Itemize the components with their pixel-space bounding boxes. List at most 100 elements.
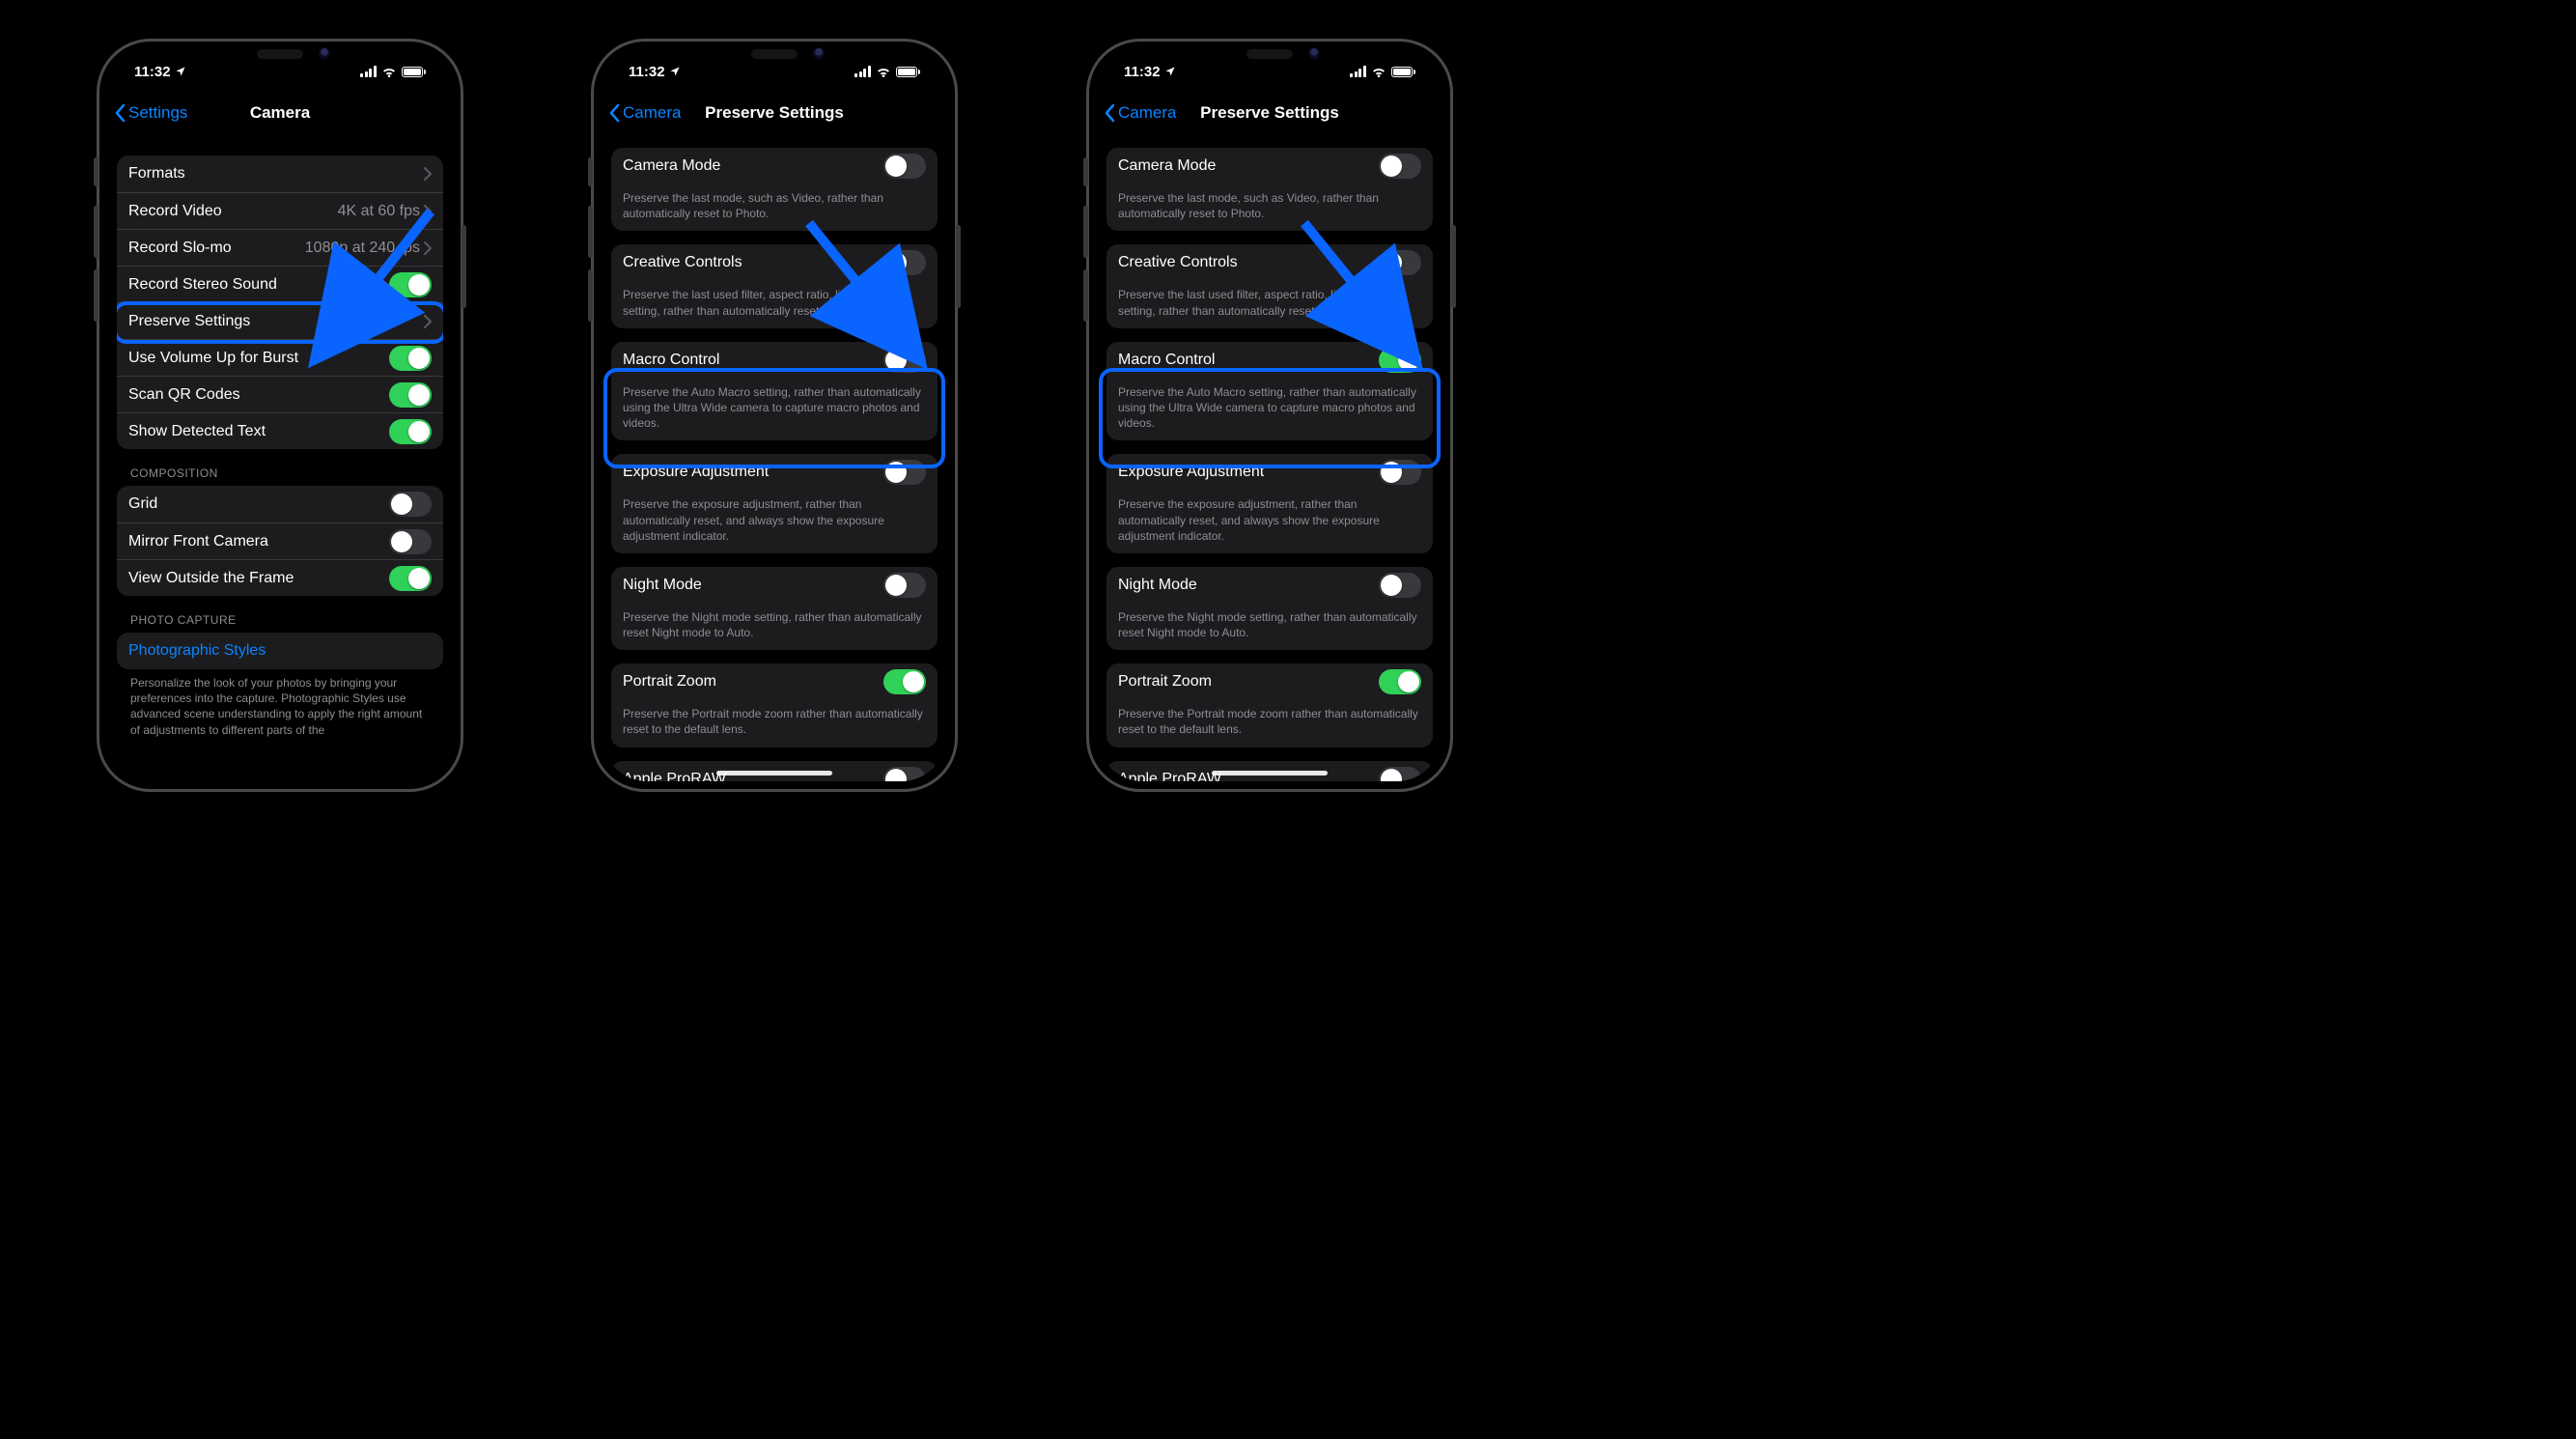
status-time: 11:32 [629, 64, 665, 80]
toggle-outside[interactable] [389, 566, 432, 591]
back-label: Camera [1118, 103, 1176, 123]
desc-night: Preserve the Night mode setting, rather … [1106, 604, 1433, 650]
section-photo-capture: PHOTO CAPTURE [117, 596, 443, 633]
label-macro: Macro Control [623, 352, 719, 369]
block-night: Night Mode Preserve the Night mode setti… [1106, 567, 1433, 650]
cellular-icon [1350, 66, 1366, 77]
label-camera-mode: Camera Mode [1118, 157, 1216, 175]
label-formats: Formats [128, 165, 185, 183]
label-proraw: Apple ProRAW [1118, 771, 1221, 781]
row-record-video[interactable]: Record Video 4K at 60 fps [117, 192, 443, 229]
location-icon [669, 66, 681, 77]
toggle-mirror[interactable] [389, 529, 432, 554]
label-creative: Creative Controls [1118, 254, 1238, 271]
row-photographic-styles[interactable]: Photographic Styles [117, 633, 443, 669]
block-exposure: Exposure Adjustment Preserve the exposur… [1106, 454, 1433, 553]
toggle-volume-burst[interactable] [389, 346, 432, 371]
nav-bar: Camera Preserve Settings [1097, 94, 1442, 132]
label-qr: Scan QR Codes [128, 386, 240, 404]
toggle-creative[interactable] [883, 250, 926, 275]
block-portrait: Portrait Zoom Preserve the Portrait mode… [1106, 663, 1433, 747]
nav-title: Preserve Settings [1200, 103, 1339, 123]
desc-camera-mode: Preserve the last mode, such as Video, r… [1106, 184, 1433, 231]
battery-icon [402, 67, 427, 77]
block-night: Night Mode Preserve the Night mode setti… [611, 567, 938, 650]
row-record-slomo[interactable]: Record Slo-mo 1080p at 240 fps [117, 229, 443, 266]
block-macro: Macro Control Preserve the Auto Macro se… [611, 342, 938, 441]
chevron-right-icon [424, 241, 432, 255]
desc-camera-mode: Preserve the last mode, such as Video, r… [611, 184, 938, 231]
cellular-icon [854, 66, 871, 77]
back-button[interactable]: Camera [609, 94, 681, 132]
block-creative: Creative Controls Preserve the last used… [1106, 244, 1433, 327]
camera-settings-group: Formats Record Video 4K at 60 fps Record… [117, 155, 443, 449]
block-creative: Creative Controls Preserve the last used… [611, 244, 938, 327]
desc-macro: Preserve the Auto Macro setting, rather … [611, 379, 938, 441]
toggle-camera-mode[interactable] [1379, 154, 1421, 179]
home-indicator[interactable] [716, 771, 832, 776]
nav-bar: Settings Camera [107, 94, 453, 132]
row-volume-burst: Use Volume Up for Burst [117, 339, 443, 376]
section-composition: COMPOSITION [117, 449, 443, 486]
toggle-grid[interactable] [389, 492, 432, 517]
home-indicator[interactable] [1212, 771, 1328, 776]
label-proraw: Apple ProRAW [623, 771, 726, 781]
toggle-proraw[interactable] [883, 767, 926, 781]
status-time: 11:32 [134, 64, 171, 80]
location-icon [175, 66, 186, 77]
chevron-right-icon [424, 315, 432, 328]
desc-portrait: Preserve the Portrait mode zoom rather t… [611, 700, 938, 747]
value-record-slomo: 1080p at 240 fps [305, 240, 424, 257]
nav-title: Camera [250, 103, 310, 123]
toggle-macro[interactable] [883, 348, 926, 373]
photographic-styles-desc: Personalize the look of your photos by b… [117, 669, 443, 738]
toggle-stereo[interactable] [389, 272, 432, 297]
toggle-qr[interactable] [389, 382, 432, 408]
toggle-portrait[interactable] [883, 669, 926, 694]
row-mirror: Mirror Front Camera [117, 522, 443, 559]
label-record-slomo: Record Slo-mo [128, 240, 232, 257]
label-detected-text: Show Detected Text [128, 423, 266, 440]
toggle-night[interactable] [883, 573, 926, 598]
label-portrait: Portrait Zoom [623, 673, 716, 691]
label-creative: Creative Controls [623, 254, 742, 271]
desc-portrait: Preserve the Portrait mode zoom rather t… [1106, 700, 1433, 747]
back-label: Settings [128, 103, 187, 123]
photo-capture-group: Photographic Styles [117, 633, 443, 669]
label-night: Night Mode [623, 577, 702, 594]
toggle-detected-text[interactable] [389, 419, 432, 444]
back-button[interactable]: Camera [1105, 94, 1176, 132]
label-record-video: Record Video [128, 203, 222, 220]
row-grid: Grid [117, 486, 443, 522]
value-record-video: 4K at 60 fps [338, 203, 424, 220]
cellular-icon [360, 66, 377, 77]
desc-macro: Preserve the Auto Macro setting, rather … [1106, 379, 1433, 441]
toggle-exposure[interactable] [883, 460, 926, 485]
toggle-creative[interactable] [1379, 250, 1421, 275]
toggle-night[interactable] [1379, 573, 1421, 598]
block-exposure: Exposure Adjustment Preserve the exposur… [611, 454, 938, 553]
back-label: Camera [623, 103, 681, 123]
composition-group: Grid Mirror Front Camera View Outside th… [117, 486, 443, 596]
row-outside-frame: View Outside the Frame [117, 559, 443, 596]
row-preserve-settings[interactable]: Preserve Settings [117, 302, 443, 339]
label-preserve: Preserve Settings [128, 313, 250, 330]
block-macro: Macro Control Preserve the Auto Macro se… [1106, 342, 1433, 441]
nav-title: Preserve Settings [705, 103, 844, 123]
desc-exposure: Preserve the exposure adjustment, rather… [611, 491, 938, 553]
toggle-exposure[interactable] [1379, 460, 1421, 485]
toggle-portrait[interactable] [1379, 669, 1421, 694]
toggle-proraw[interactable] [1379, 767, 1421, 781]
desc-creative: Preserve the last used filter, aspect ra… [611, 281, 938, 327]
row-formats[interactable]: Formats [117, 155, 443, 192]
toggle-camera-mode[interactable] [883, 154, 926, 179]
row-detected-text: Show Detected Text [117, 412, 443, 449]
row-stereo: Record Stereo Sound [117, 266, 443, 302]
chevron-right-icon [424, 205, 432, 218]
label-mirror: Mirror Front Camera [128, 533, 268, 550]
label-outside: View Outside the Frame [128, 570, 294, 587]
toggle-macro[interactable] [1379, 348, 1421, 373]
label-camera-mode: Camera Mode [623, 157, 720, 175]
back-button[interactable]: Settings [115, 94, 187, 132]
block-camera-mode: Camera Mode Preserve the last mode, such… [611, 148, 938, 231]
